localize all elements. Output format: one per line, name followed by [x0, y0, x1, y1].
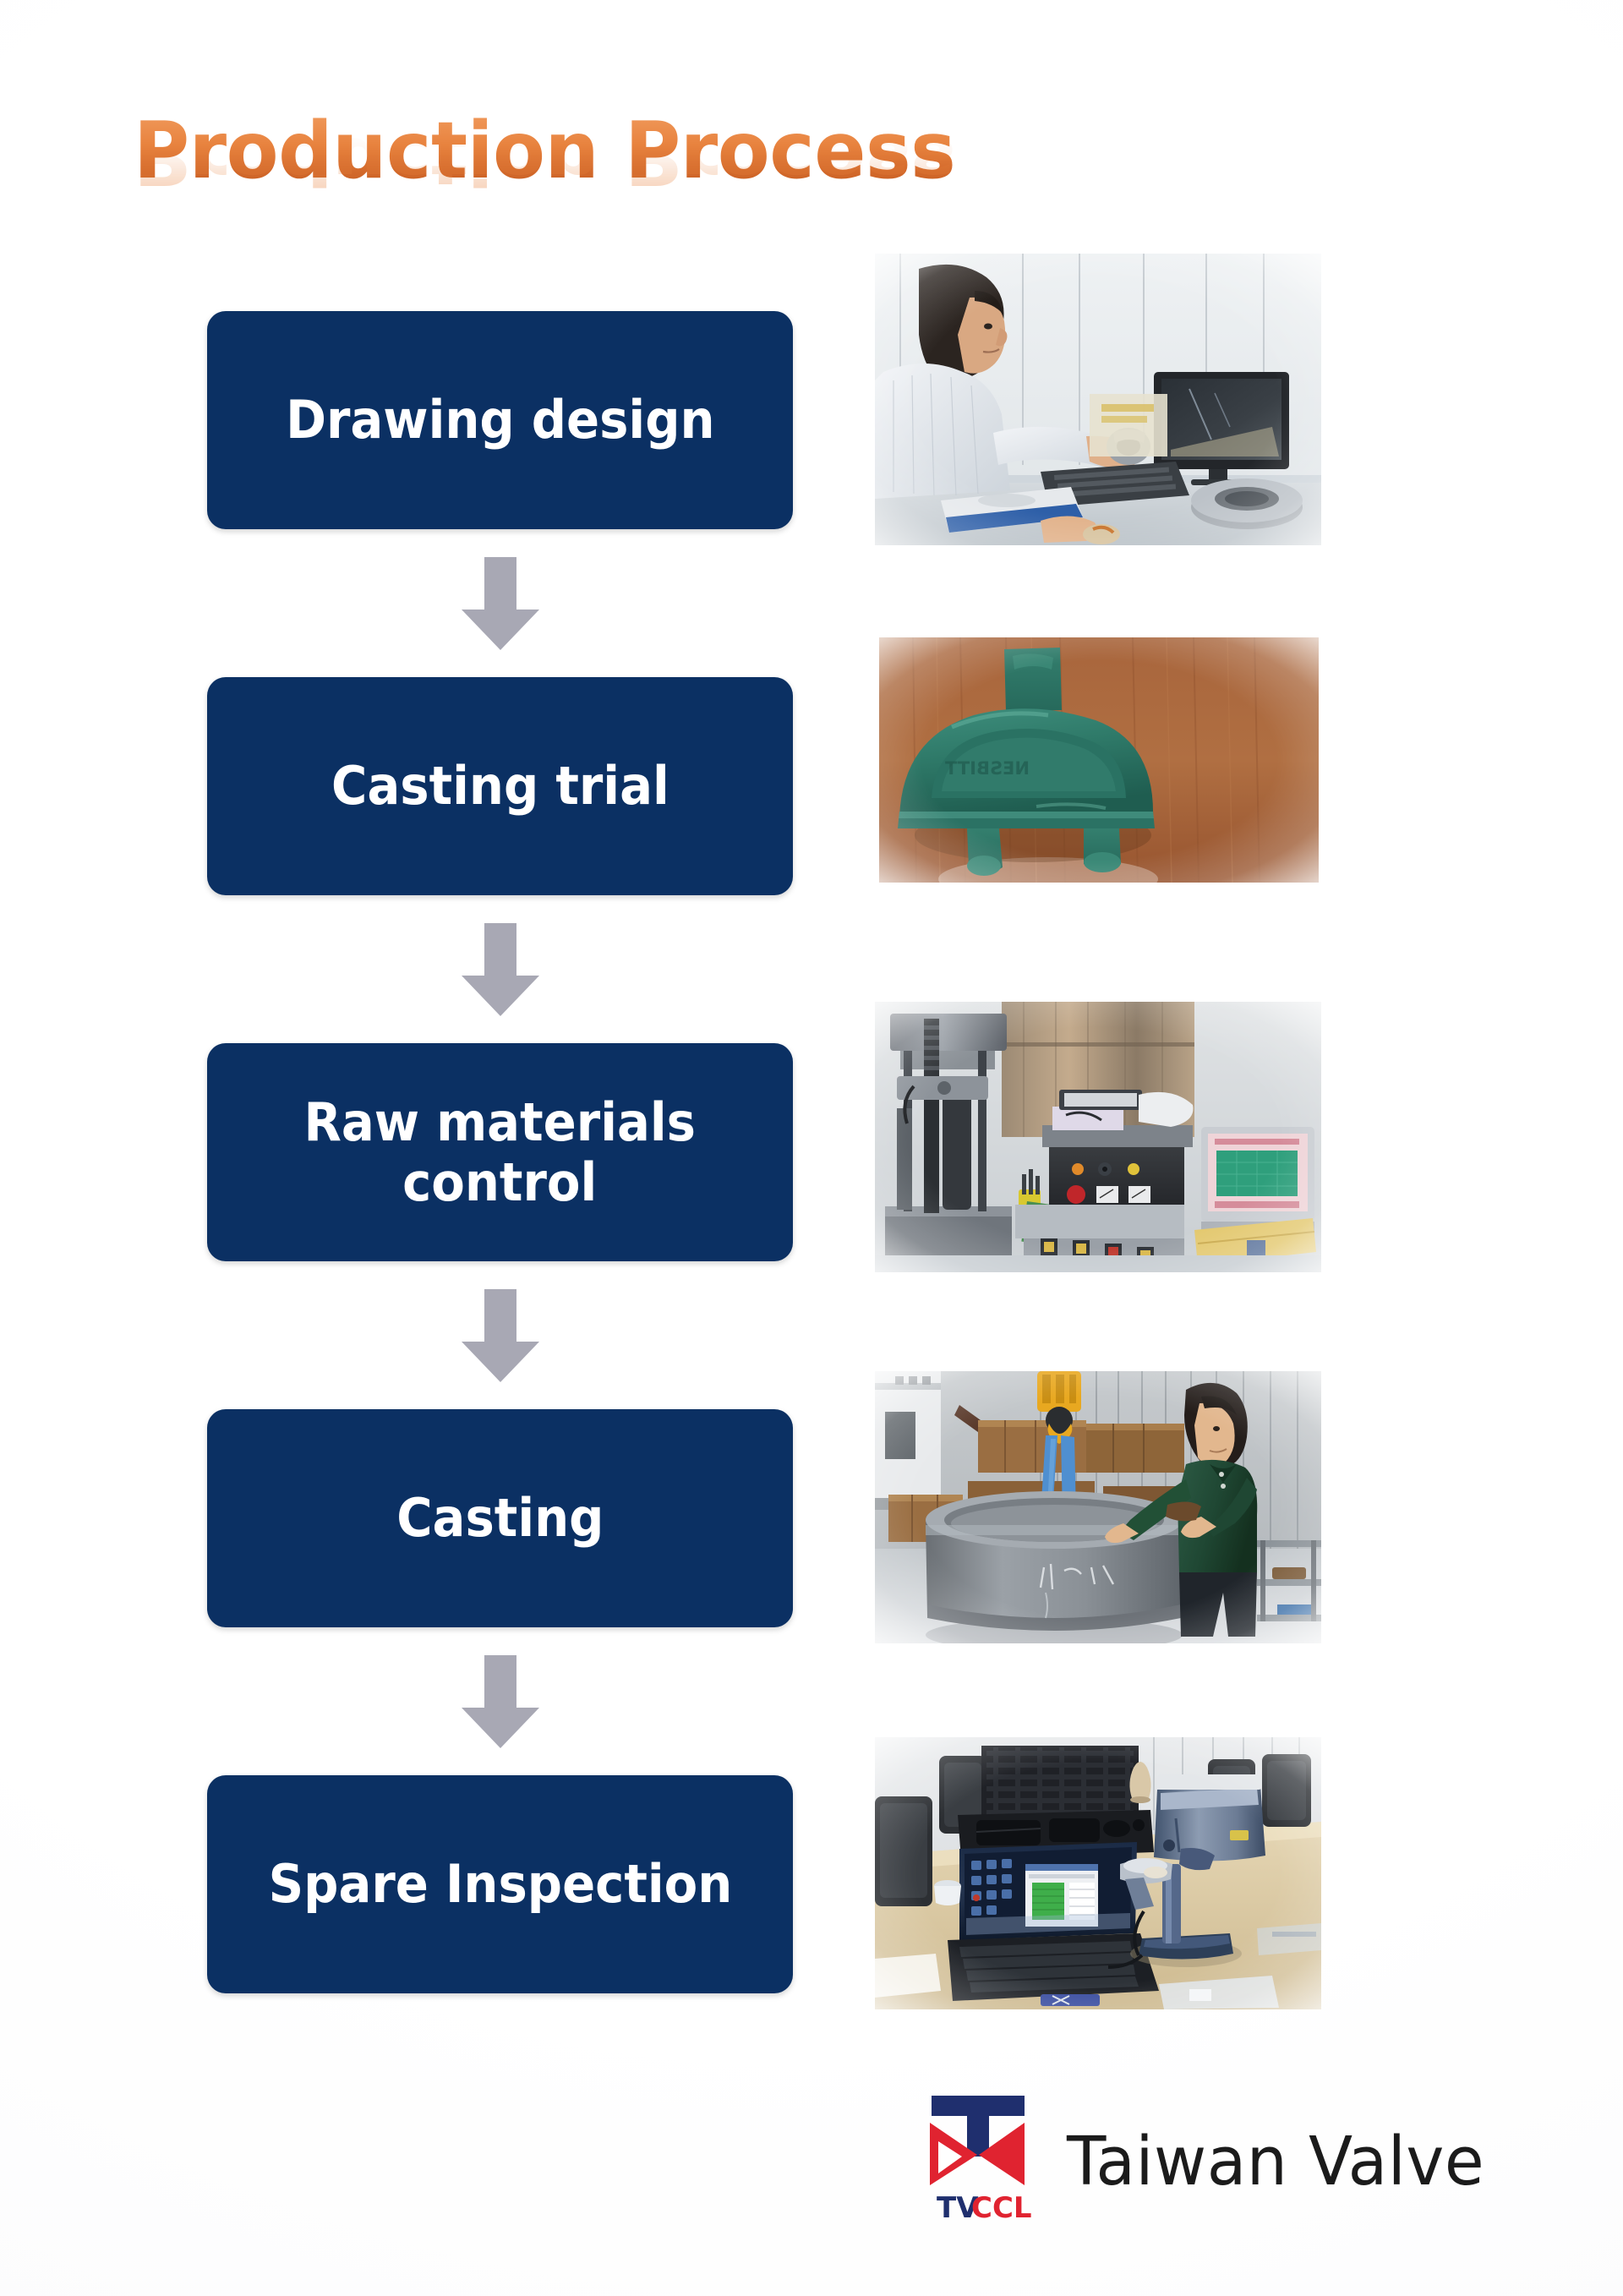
arrow-down-icon — [461, 1288, 539, 1382]
logo-mark-text-ccl: CCL — [971, 2191, 1032, 2225]
flow-arrow-4 — [207, 1627, 793, 1775]
flow-arrow-1 — [207, 529, 793, 677]
flow-step-label-line-1: Raw materials — [303, 1091, 697, 1153]
company-logo: TV CCL Taiwan Valve — [926, 2085, 1518, 2237]
company-wordmark: Taiwan Valve — [1067, 2121, 1485, 2200]
page-title: Production Process Production Process — [134, 112, 979, 272]
raw-materials-control-photo: Auto Cu Benchmark Gauge — [875, 1002, 1321, 1272]
page-title-reflection: Production Process — [134, 123, 956, 199]
arrow-down-icon — [461, 556, 539, 650]
flow-step-label: Spare Inspection — [268, 1852, 732, 1915]
casting-trial-photo: NESBITT — [879, 637, 1319, 883]
flow-step-label-line-2: control — [402, 1151, 598, 1213]
svg-text:NESBITT: NESBITT — [944, 758, 1030, 779]
flow-step-label: Drawing design — [285, 388, 715, 451]
arrow-down-icon — [461, 1654, 539, 1748]
casting-photo — [875, 1371, 1321, 1643]
flow-step-label: Casting trial — [331, 754, 669, 817]
flow-step-casting[interactable]: Casting — [207, 1409, 793, 1627]
flow-step-raw-materials-control[interactable]: Raw materials control — [207, 1043, 793, 1261]
flow-step-spare-inspection[interactable]: Spare Inspection — [207, 1775, 793, 1993]
tvccl-logo-mark: TV CCL — [930, 2096, 1032, 2225]
arrow-down-icon — [461, 922, 539, 1016]
flow-arrow-3 — [207, 1261, 793, 1409]
drawing-design-photo — [875, 254, 1321, 545]
production-flow-chart: Drawing design Casting trial Raw materia… — [207, 311, 793, 1993]
flow-step-drawing-design[interactable]: Drawing design — [207, 311, 793, 529]
flow-arrow-2 — [207, 895, 793, 1043]
flow-step-label: Casting — [396, 1486, 604, 1549]
flow-step-casting-trial[interactable]: Casting trial — [207, 677, 793, 895]
spare-inspection-photo — [875, 1737, 1321, 2009]
flow-step-label: Raw materials control — [304, 1092, 697, 1213]
